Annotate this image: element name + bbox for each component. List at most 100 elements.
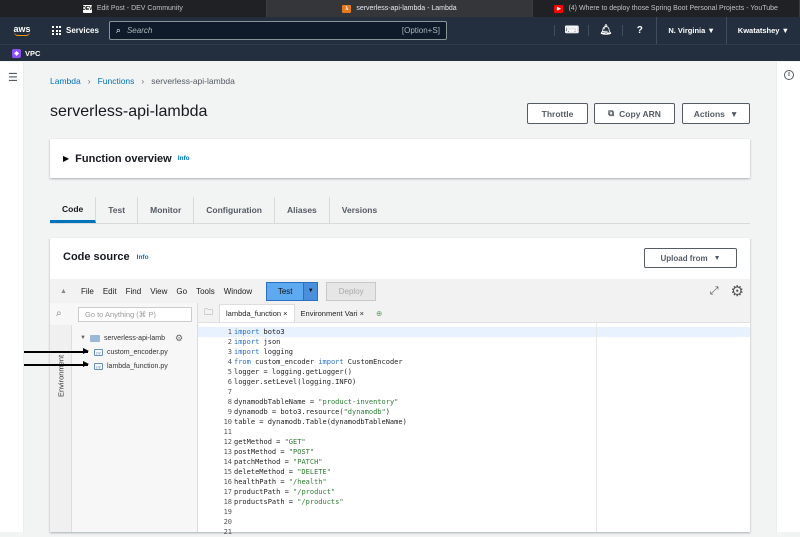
line-number: 11 (223, 428, 232, 436)
line-number: 21 (223, 528, 232, 536)
line-number: 15 (223, 468, 232, 476)
browser-tab-dev[interactable]: DEV Edit Post - DEV Community (0, 0, 267, 17)
line-number: 17 (223, 488, 232, 496)
cloudshell-icon[interactable]: ⌨ (554, 25, 588, 36)
copy-arn-label: Copy ARN (619, 108, 661, 119)
line-number: 14 (223, 458, 232, 466)
copy-icon: ⧉ (608, 108, 615, 118)
line-number: 6 (227, 378, 232, 386)
file-name: custom_encoder.py (107, 348, 168, 356)
file-tree: ▼ serverless-api-lamb ⚙ py custom_encode… (80, 331, 183, 373)
tab-configuration[interactable]: Configuration (194, 197, 275, 223)
breadcrumb-functions[interactable]: Functions (98, 76, 135, 86)
function-overview-panel[interactable]: ▶ Function overview Info (50, 139, 750, 178)
tab-aliases[interactable]: Aliases (275, 197, 330, 223)
nav-right: ⌨ 🔔︎ ? N. Virginia ▼ Kwatatshey ▼ (554, 17, 800, 44)
dev-icon: DEV (82, 4, 93, 13)
tab-code[interactable]: Code (50, 197, 97, 223)
new-tab-icon[interactable]: ⊕ (370, 304, 388, 322)
tabs-menu-icon[interactable]: 🗀︎ (198, 304, 219, 322)
collapse-icon[interactable]: ▲ (60, 288, 73, 295)
tree-file[interactable]: py custom_encoder.py (80, 345, 183, 359)
line-number: 5 (227, 368, 232, 376)
info-link[interactable]: Info (137, 254, 149, 261)
line-number: 12 (223, 438, 232, 446)
menu-window[interactable]: Window (224, 287, 258, 296)
editor-tab-environment-vars[interactable]: Environment Vari × (295, 304, 370, 322)
tab-versions[interactable]: Versions (330, 197, 389, 223)
browser-tab-lambda[interactable]: λ serverless-api-lambda - Lambda (266, 0, 534, 17)
page-title: serverless-api-lambda (50, 103, 208, 120)
code-editor[interactable]: 🗀︎ lambda_function × Environment Vari × … (198, 303, 750, 536)
vpc-icon: ◆ (12, 48, 21, 58)
upload-from-button[interactable]: Upload from ▼ (644, 248, 737, 268)
environment-tab[interactable]: Environment (50, 325, 72, 532)
search-input[interactable]: ⌕ Search [Option+S] (108, 21, 447, 40)
python-file-icon: py (94, 362, 103, 370)
favorite-vpc[interactable]: VPC (25, 49, 40, 58)
code-line: table = dynamodb.Table(dynamodbTableName… (234, 418, 407, 426)
python-file-icon: py (94, 348, 103, 356)
chevron-right-icon: › (87, 76, 91, 86)
code-line: import logging (234, 348, 294, 356)
bell-icon[interactable]: 🔔︎ (588, 25, 622, 36)
code-line: logger.setLevel(logging.INFO) (234, 378, 357, 386)
info-icon[interactable]: i (784, 70, 794, 80)
fullscreen-icon[interactable]: ⤢ (710, 285, 719, 298)
test-dropdown-icon[interactable]: ▼ (304, 281, 319, 301)
annotation-arrow (24, 361, 89, 367)
chevron-right-icon: › (141, 76, 145, 86)
code-line: logger = logging.getLogger() (234, 368, 353, 376)
menu-edit[interactable]: Edit (103, 287, 123, 296)
tab-monitor[interactable]: Monitor (138, 197, 195, 223)
help-icon[interactable]: ? (622, 25, 656, 36)
line-number: 7 (227, 388, 232, 396)
file-name: lambda_function.py (107, 362, 168, 370)
menu-find[interactable]: Find (126, 287, 148, 296)
breadcrumb: Lambda › Functions › serverless-api-lamb… (50, 76, 235, 86)
code-line: patchMethod = "PATCH" (234, 458, 323, 466)
actions-button[interactable]: Actions ▼ (682, 103, 750, 124)
region-selector[interactable]: N. Virginia ▼ (656, 17, 725, 44)
browser-tab-title: (4) Where to deploy those Spring Boot Pe… (568, 5, 778, 12)
breadcrumb-lambda[interactable]: Lambda (50, 76, 81, 86)
user-menu[interactable]: Kwatatshey ▼ (725, 17, 800, 44)
services-menu[interactable]: Services (52, 26, 99, 35)
code-line: deleteMethod = "DELETE" (234, 468, 331, 476)
menu-go[interactable]: Go (176, 287, 193, 296)
gear-icon[interactable]: ⚙ (175, 333, 183, 344)
line-number: 13 (223, 448, 232, 456)
goto-anything-input[interactable]: Go to Anything (⌘ P) (78, 307, 192, 322)
browser-tab-youtube[interactable]: ▶ (4) Where to deploy those Spring Boot … (533, 0, 800, 17)
tree-file[interactable]: py lambda_function.py (80, 359, 183, 373)
code-content[interactable]: import boto3 import json import logging fro… (234, 327, 594, 537)
gear-icon[interactable]: ⚙ (731, 282, 744, 300)
tree-folder[interactable]: ▼ serverless-api-lamb ⚙ (80, 331, 183, 345)
menu-view[interactable]: View (150, 287, 173, 296)
folder-icon (89, 334, 100, 342)
browser-tab-title: Edit Post - DEV Community (96, 5, 183, 12)
menu-icon[interactable]: ☰ (8, 71, 18, 84)
deploy-button[interactable]: Deploy (326, 281, 377, 301)
copy-arn-button[interactable]: ⧉ Copy ARN (594, 103, 675, 124)
line-number: 20 (223, 518, 232, 526)
caret-down-icon: ▼ (80, 335, 86, 341)
info-link[interactable]: Info (178, 155, 190, 162)
line-number: 4 (227, 358, 232, 366)
search-shortcut: [Option+S] (401, 26, 440, 35)
code-line: healthPath = "/health" (234, 478, 327, 486)
code-line: from custom_encoder import CustomEncoder (234, 358, 403, 366)
editor-tab-lambda-function[interactable]: lambda_function × (219, 304, 295, 322)
throttle-button[interactable]: Throttle (527, 103, 588, 124)
right-rail: i (776, 62, 800, 532)
search-icon[interactable]: ⌕ (56, 308, 62, 319)
test-button[interactable]: Test (266, 281, 305, 301)
menu-tools[interactable]: Tools (196, 287, 221, 296)
aws-logo[interactable]: aws (12, 25, 32, 36)
tab-test[interactable]: Test (96, 197, 139, 223)
menu-file[interactable]: File (81, 287, 100, 296)
line-number: 9 (227, 408, 232, 416)
